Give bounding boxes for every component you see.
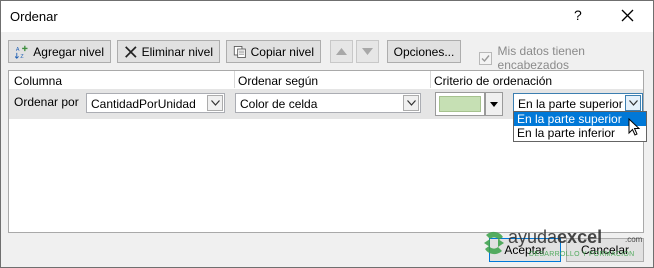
column-divider xyxy=(234,71,235,88)
caret-down-icon xyxy=(490,101,498,107)
order-option-bottom[interactable]: En la parte inferior xyxy=(514,126,646,140)
cell-color-dropdown[interactable] xyxy=(485,92,503,116)
svg-text:A: A xyxy=(16,47,20,53)
delete-level-label: Eliminar nivel xyxy=(141,44,213,59)
sort-levels-grid: Columna Ordenar según Criterio de ordena… xyxy=(8,70,647,233)
help-button[interactable]: ? xyxy=(574,7,582,23)
close-icon xyxy=(621,9,634,22)
watermark-tagline: DESARROLLO Y FORMACIÓN xyxy=(529,251,635,258)
mouse-pointer-icon xyxy=(628,118,640,136)
headers-checkbox-label: Mis datos tienen encabezados xyxy=(497,44,585,72)
headers-checkbox-group: Mis datos tienen encabezados xyxy=(479,44,653,72)
chevron-down-icon xyxy=(406,100,416,106)
copy-level-label: Copiar nivel xyxy=(250,44,314,59)
order-dropdown-list: En la parte superior En la parte inferio… xyxy=(513,111,647,142)
options-button[interactable]: Opciones... xyxy=(387,40,461,63)
color-swatch xyxy=(439,96,481,112)
watermark-brand-prefix: ayuda xyxy=(508,227,558,247)
dialog-title: Ordenar xyxy=(10,9,58,24)
copy-level-button[interactable]: Copiar nivel xyxy=(226,40,321,63)
watermark: ayudaexcel .com DESARROLLO Y FORMACIÓN xyxy=(481,227,643,263)
order-select-value: En la parte superior xyxy=(518,97,623,111)
watermark-domain: .com xyxy=(625,235,643,244)
move-down-button[interactable] xyxy=(356,40,379,63)
column-header-order: Criterio de ordenación xyxy=(434,74,553,88)
headers-checkbox[interactable] xyxy=(479,51,492,65)
add-level-icon: A Z xyxy=(15,45,28,60)
options-label: Opciones... xyxy=(393,44,455,59)
add-level-button[interactable]: A Z Agregar nivel xyxy=(8,40,111,63)
column-select[interactable]: CantidadPorUnidad xyxy=(86,93,225,113)
move-up-button[interactable] xyxy=(330,40,353,63)
chevron-down-icon xyxy=(628,100,638,106)
column-header-column: Columna xyxy=(14,74,63,88)
ayudaexcel-logo-icon xyxy=(484,231,504,255)
title-bar: Ordenar ? xyxy=(1,1,653,32)
delete-level-icon xyxy=(125,45,137,58)
watermark-brand-suffix: excel xyxy=(557,227,603,247)
chevron-down-icon xyxy=(210,100,220,106)
sort-on-select[interactable]: Color de celda xyxy=(235,93,421,113)
sort-dialog: Ordenar ? A Z Agregar nivel Eliminar niv… xyxy=(0,0,654,268)
cell-color-picker[interactable] xyxy=(435,92,485,116)
sort-level-label: Ordenar por xyxy=(14,95,79,109)
column-header-sort-on: Ordenar según xyxy=(238,74,319,88)
order-select-dropdown[interactable] xyxy=(625,95,641,111)
watermark-brand: ayudaexcel xyxy=(508,227,602,248)
add-level-label: Agregar nivel xyxy=(33,44,104,59)
move-down-icon xyxy=(362,48,373,55)
order-select[interactable]: En la parte superior xyxy=(513,93,643,113)
sort-on-select-value: Color de celda xyxy=(240,97,318,111)
close-button[interactable] xyxy=(621,9,634,25)
sort-on-select-dropdown[interactable] xyxy=(403,95,419,111)
column-select-dropdown[interactable] xyxy=(207,95,223,111)
checkmark-icon xyxy=(481,54,490,62)
svg-text:Z: Z xyxy=(20,54,24,60)
column-divider xyxy=(430,71,431,88)
column-select-value: CantidadPorUnidad xyxy=(91,97,196,111)
order-option-top[interactable]: En la parte superior xyxy=(514,112,646,126)
copy-level-icon xyxy=(233,45,246,58)
delete-level-button[interactable]: Eliminar nivel xyxy=(117,40,220,63)
move-up-icon xyxy=(336,48,347,55)
